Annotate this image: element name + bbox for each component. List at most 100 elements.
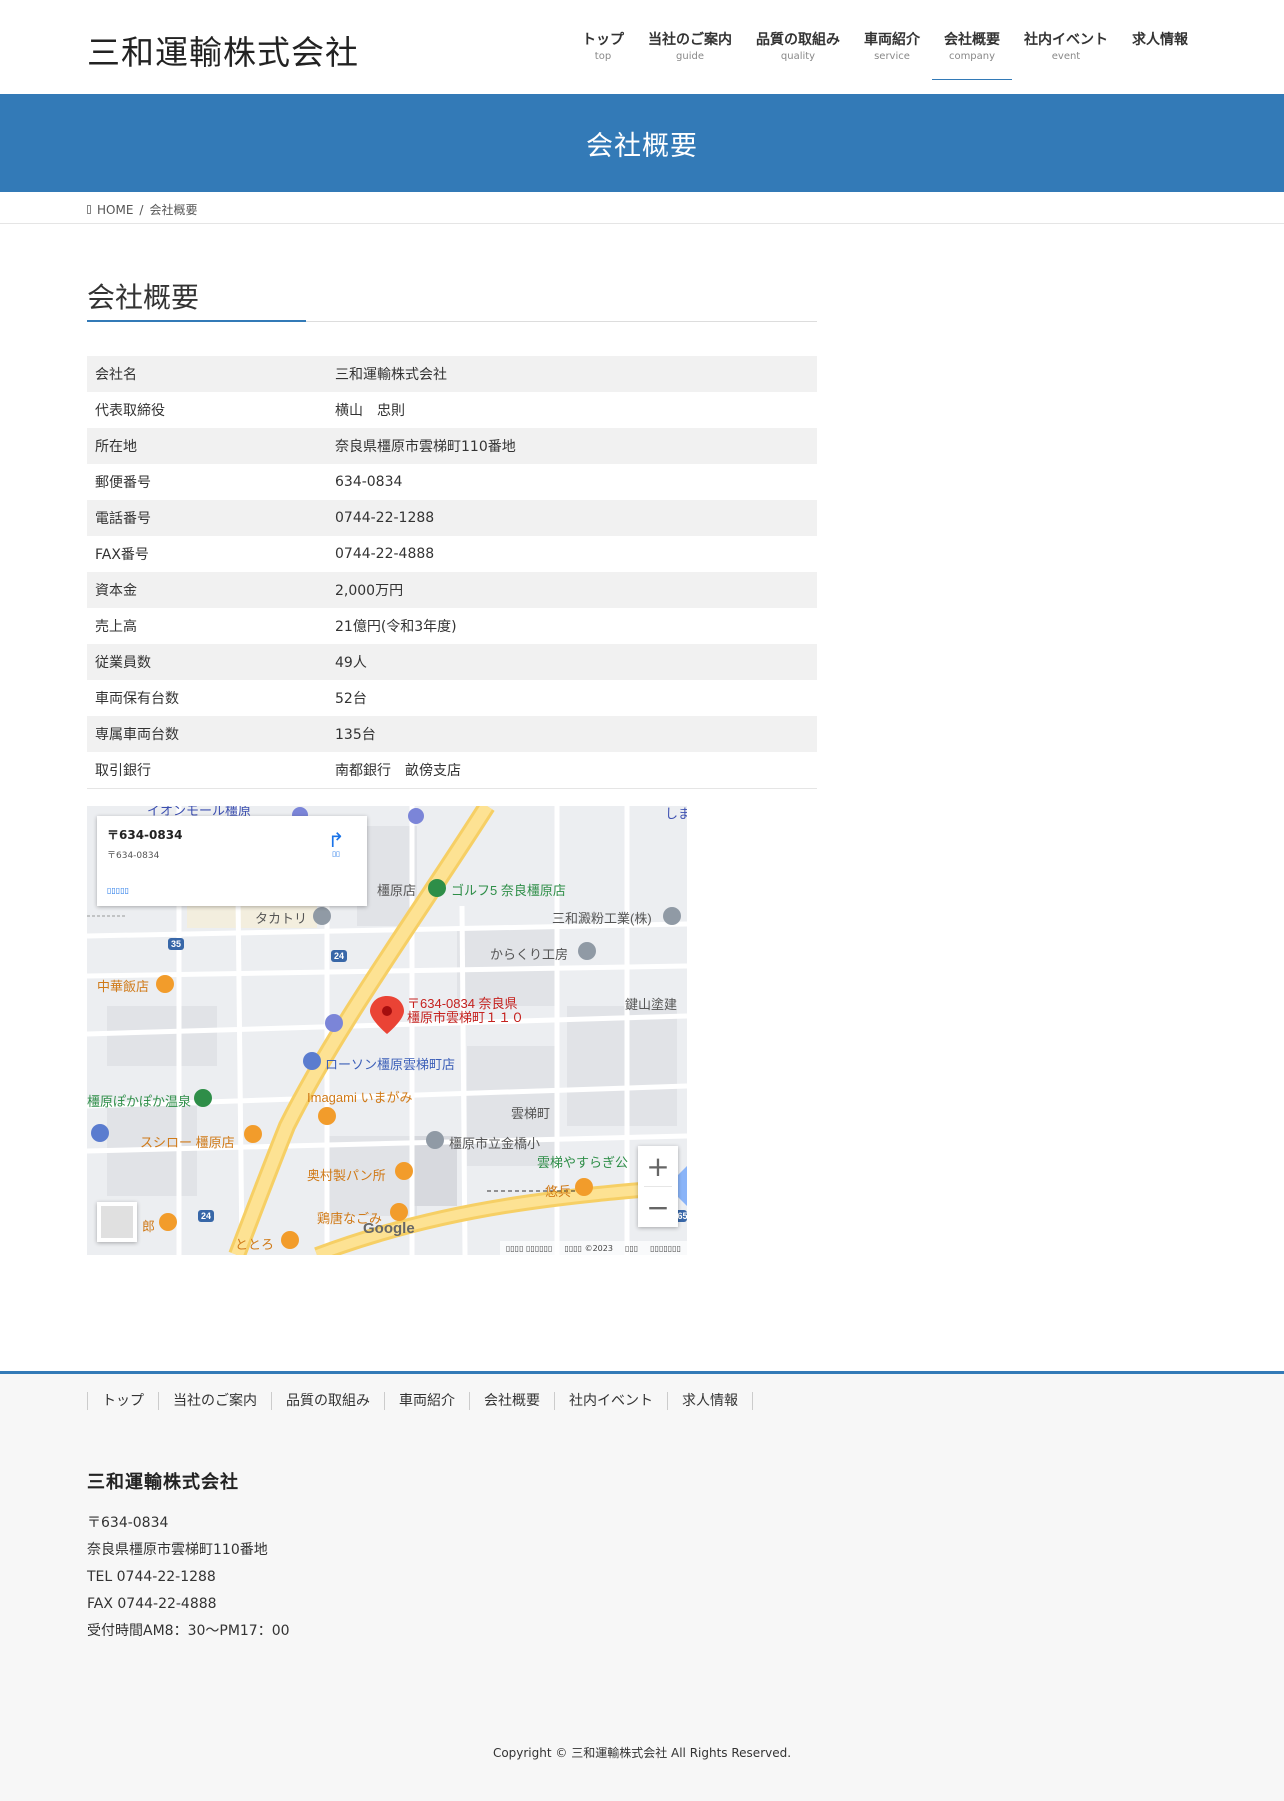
nav-label: 当社のご案内 xyxy=(648,32,732,48)
map-label-kagiyama: 鍵山塗建 xyxy=(625,997,678,1012)
map-larger-link[interactable]: ▯▯▯▯▯ xyxy=(107,886,129,895)
footer-nav-company[interactable]: 会社概要 xyxy=(469,1392,554,1410)
footer-tel: TEL 0744-22-1288 xyxy=(87,1569,216,1585)
row-label: 所在地 xyxy=(95,439,137,455)
footer-nav-guide[interactable]: 当社のご案内 xyxy=(158,1392,271,1410)
section-title: 会社概要 xyxy=(87,281,200,314)
map-terms-link[interactable]: ▯▯▯ xyxy=(625,1244,638,1253)
map-label-todoro: ととろ xyxy=(235,1237,275,1252)
row-label: 従業員数 xyxy=(95,655,151,671)
map-label-kashihara-store: 橿原店 xyxy=(377,883,417,898)
pegman-icon xyxy=(101,1206,133,1238)
nav-item-service[interactable]: 車両紹介 service xyxy=(852,30,932,94)
map-data-copyright: ▯▯▯▯ ©2023 xyxy=(564,1243,613,1253)
map-label-unate: 雲梯町 xyxy=(511,1106,551,1121)
nav-label: 車両紹介 xyxy=(864,32,920,48)
table-row: FAX番号 0744-22-4888 xyxy=(87,536,817,572)
row-value: 21億円(令和3年度) xyxy=(335,619,457,635)
zoom-in-button[interactable]: + xyxy=(638,1146,678,1186)
row-value: 0744-22-4888 xyxy=(335,546,435,562)
table-row: 車両保有台数 52台 xyxy=(87,680,817,716)
nav-sublabel: service xyxy=(874,51,910,62)
table-row: 取引銀行 南都銀行 畝傍支店 xyxy=(87,752,817,788)
breadcrumb: HOME / 会社概要 xyxy=(0,192,1284,224)
site-footer: トップ 当社のご案内 品質の取組み 車両紹介 会社概要 社内イベント 求人情報 … xyxy=(0,1371,1284,1801)
map-label-golf5: ゴルフ5 奈良橿原店 xyxy=(451,883,566,898)
global-nav: トップ top 当社のご案内 guide 品質の取組み quality 車両紹介… xyxy=(570,30,1200,94)
nav-label: 社内イベント xyxy=(1024,32,1108,48)
map-label-sushiro: スシロー 橿原店 xyxy=(140,1135,235,1150)
nav-item-top[interactable]: トップ top xyxy=(570,30,636,94)
table-row: 所在地 奈良県橿原市雲梯町110番地 xyxy=(87,428,817,464)
map-label-kanahashi: 橿原市立金橋小 xyxy=(449,1136,541,1151)
nav-sublabel: company xyxy=(948,51,996,62)
google-map[interactable]: 35 24 24 165 イオンモール橿原 橿原店 ゴルフ5 奈良橿原店 タカト… xyxy=(87,806,687,1255)
map-label-imagami: Imagami いまがみ xyxy=(307,1090,413,1105)
footer-nav-service[interactable]: 車両紹介 xyxy=(384,1392,469,1410)
map-label-karakuri: からくり工房 xyxy=(490,947,569,962)
home-icon xyxy=(87,205,91,214)
footer-fax: FAX 0744-22-4888 xyxy=(87,1596,217,1612)
breadcrumb-separator: / xyxy=(139,202,144,217)
row-label: 会社名 xyxy=(95,367,137,383)
row-label: 電話番号 xyxy=(95,511,151,527)
map-label-takatori: タカトリ xyxy=(255,911,308,926)
marker-label-line-1: 〒634-0834 奈良県 xyxy=(407,996,518,1011)
nav-item-recruit[interactable]: 求人情報 xyxy=(1120,30,1200,94)
breadcrumb-current: 会社概要 xyxy=(149,203,198,217)
nav-item-company[interactable]: 会社概要 company xyxy=(932,30,1012,94)
row-value: 49人 xyxy=(335,655,367,671)
copyright: Copyright © 三和運輸株式会社 All Rights Reserved… xyxy=(492,1746,792,1760)
nav-sublabel: quality xyxy=(780,51,816,62)
nav-item-guide[interactable]: 当社のご案内 guide xyxy=(636,30,744,94)
map-label-taro: 郎 xyxy=(142,1219,156,1234)
footer-address: 奈良県橿原市雲梯町110番地 xyxy=(87,1542,268,1558)
nav-sublabel: guide xyxy=(676,51,704,62)
row-value: 2,000万円 xyxy=(335,583,404,599)
table-row: 電話番号 0744-22-1288 xyxy=(87,500,817,536)
footer-nav-quality[interactable]: 品質の取組み xyxy=(271,1392,384,1410)
nav-item-quality[interactable]: 品質の取組み quality xyxy=(744,30,852,94)
map-label-shima: しま xyxy=(665,806,687,821)
nav-item-event[interactable]: 社内イベント event xyxy=(1012,30,1120,94)
row-label: 郵便番号 xyxy=(95,475,151,491)
map-label-okumura: 奥村製パン所 xyxy=(307,1168,386,1183)
map-report-link[interactable]: ▯▯▯▯▯▯▯ xyxy=(650,1244,681,1253)
row-value: 52台 xyxy=(335,691,367,707)
table-row: 従業員数 49人 xyxy=(87,644,817,680)
row-value: 0744-22-1288 xyxy=(335,510,435,526)
zoom-controls: + − xyxy=(638,1146,678,1227)
footer-nav-event[interactable]: 社内イベント xyxy=(554,1392,667,1410)
footer-nav-recruit[interactable]: 求人情報 xyxy=(667,1392,753,1410)
map-label-chuka: 中華飯店 xyxy=(97,979,150,994)
route-35-label: 35 xyxy=(171,939,181,949)
row-label: 取引銀行 xyxy=(95,762,151,779)
title-divider-accent xyxy=(87,320,306,322)
route-24-label-lower: 24 xyxy=(201,1211,211,1221)
row-label: FAX番号 xyxy=(95,547,149,563)
row-value: 三和運輸株式会社 xyxy=(335,367,447,383)
row-label: 代表取締役 xyxy=(95,403,165,419)
map-shortcuts-link[interactable]: ▯▯▯▯ ▯▯▯▯▯▯ xyxy=(506,1244,553,1253)
directions-button[interactable]: ↱ ▯▯ xyxy=(325,830,347,860)
nav-label: 会社概要 xyxy=(944,32,1000,48)
row-label: 専属車両台数 xyxy=(95,727,179,743)
footer-address-block: 〒634-0834 奈良県橿原市雲梯町110番地 TEL 0744-22-128… xyxy=(87,1510,290,1645)
directions-icon: ↱ xyxy=(327,828,345,852)
page-header-band: 会社概要 xyxy=(0,94,1284,192)
footer-zip: 〒634-0834 xyxy=(87,1515,169,1531)
map-info-title: 〒634-0834 xyxy=(107,828,183,842)
site-logo[interactable]: 三和運輸株式会社 xyxy=(87,26,359,74)
breadcrumb-home-link[interactable]: HOME xyxy=(97,203,133,217)
nav-sublabel: event xyxy=(1051,51,1081,62)
nav-label: 品質の取組み xyxy=(756,32,840,48)
marker-label-line-2: 橿原市雲梯町１１０ xyxy=(407,1010,525,1025)
google-logo: Google xyxy=(363,1220,415,1237)
street-view-button[interactable] xyxy=(97,1202,137,1242)
footer-nav-top[interactable]: トップ xyxy=(87,1392,158,1410)
footer-hours: 受付時間AM8：30〜PM17：00 xyxy=(87,1623,290,1639)
table-row: 資本金 2,000万円 xyxy=(87,572,817,608)
row-value: 135台 xyxy=(335,727,376,743)
table-row: 代表取締役 横山 忠則 xyxy=(87,392,817,428)
zoom-out-button[interactable]: − xyxy=(638,1187,678,1227)
